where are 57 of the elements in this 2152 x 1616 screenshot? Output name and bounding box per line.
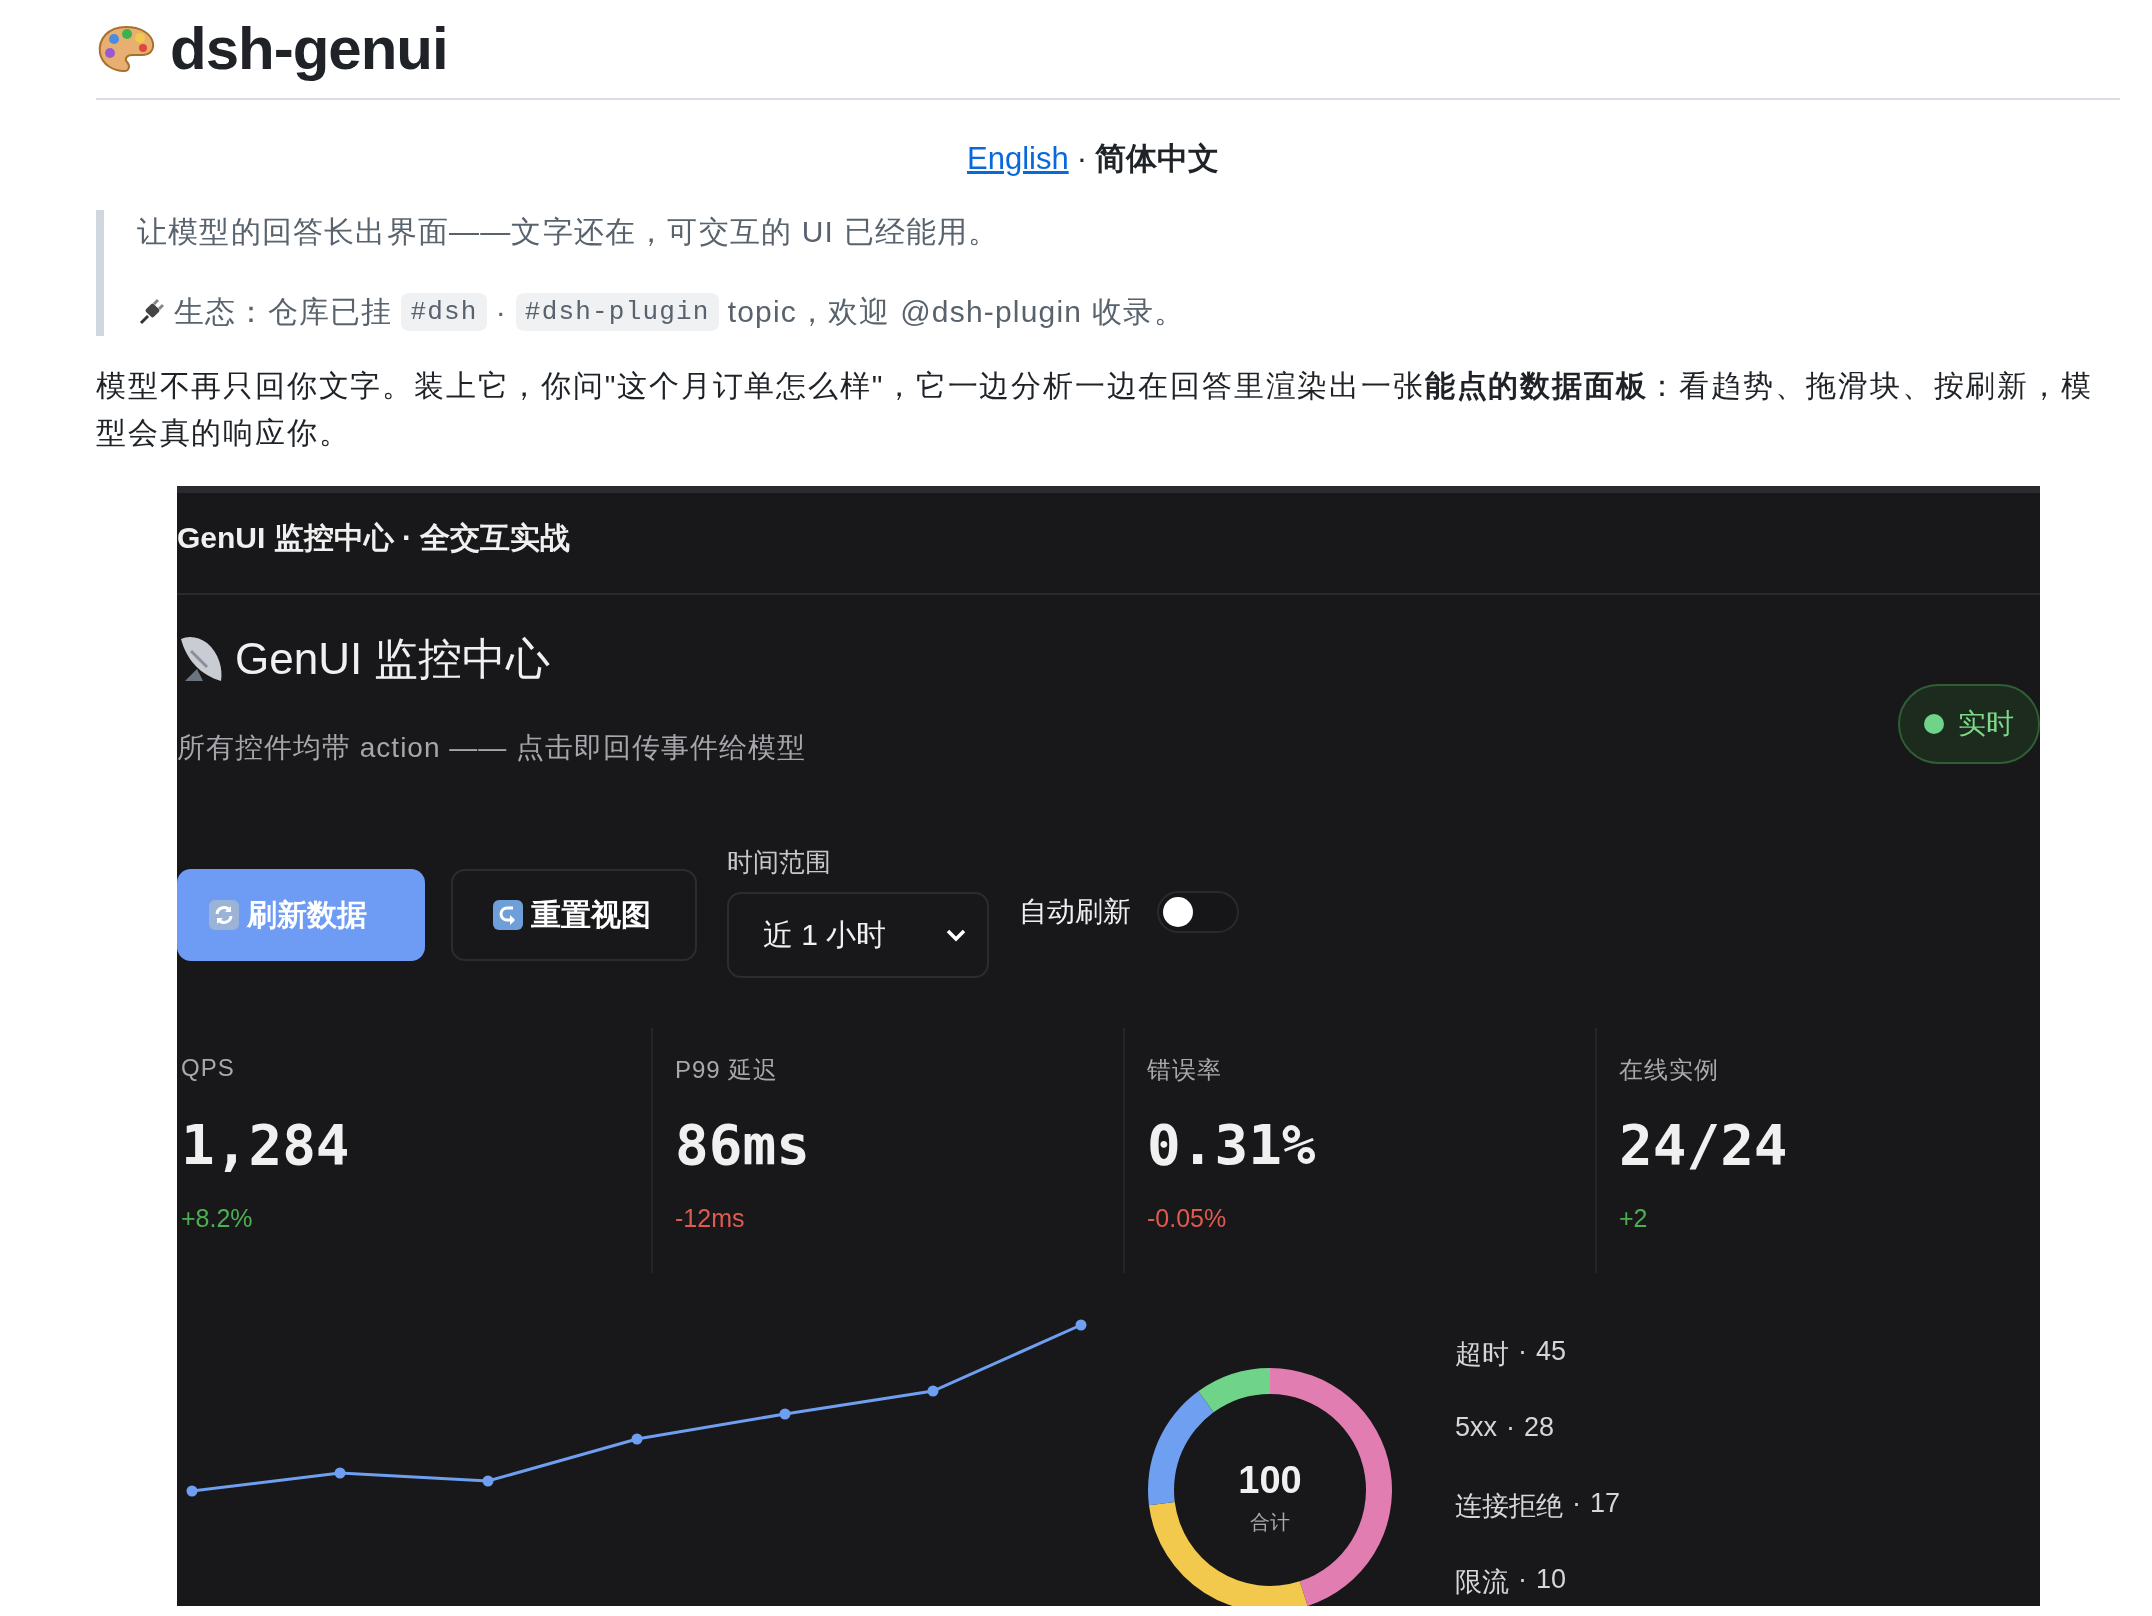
legend-label: 5xx: [1455, 1412, 1498, 1444]
metric-value: 86ms: [675, 1112, 811, 1178]
legend-separator: ·: [1518, 1564, 1527, 1596]
legend-separator: ·: [1506, 1412, 1516, 1444]
metric-delta: -0.05%: [1147, 1204, 1228, 1233]
refresh-icon: [209, 900, 239, 930]
repo-title: dsh-genui: [170, 19, 448, 79]
reset-button[interactable]: 重置视图: [451, 869, 697, 961]
legend-value: 17: [1590, 1488, 1621, 1520]
metric-value: 24/24: [1619, 1112, 1789, 1178]
time-range-select[interactable]: 近 1 小时: [727, 892, 989, 978]
legend-separator: ·: [1572, 1488, 1581, 1520]
data-point: [334, 1467, 346, 1479]
legend-value: 45: [1536, 1336, 1567, 1368]
metric-delta: -12ms: [675, 1204, 746, 1233]
topic-tag: #dsh-plugin: [515, 293, 719, 331]
dashboard-title: GenUI 监控中心: [235, 632, 551, 685]
chevron-down-icon: [945, 928, 967, 942]
legend-label: 限流: [1455, 1566, 1509, 1599]
language-link[interactable]: English: [967, 141, 1069, 177]
palette-icon: [96, 23, 156, 75]
metric-label: 在线实例: [1619, 1055, 1720, 1085]
metric-label: 错误率: [1147, 1055, 1223, 1085]
tagline-text: 让模型的回答长出界面——文字还在，可交互的 UI 已经能用。: [137, 213, 1000, 250]
separator-dot: ·: [1076, 141, 1087, 177]
metric-value: 0.31%: [1147, 1112, 1317, 1178]
dashboard-subtitle: 所有控件均带 action —— 点击即回传事件给模型: [177, 731, 807, 765]
current-language: 简体中文: [1095, 140, 1219, 178]
intro-paragraph: 模型不再只回你文字。装上它，你问"这个月订单怎么样"，它一边分析一边在回答里渲染出一张能点的数据面板：看趋势、拖滑块、按刷新，模型会真的响应你。: [96, 368, 2094, 451]
data-point: [927, 1385, 939, 1397]
donut-total: 100: [1237, 1459, 1303, 1502]
plug-icon: [137, 298, 165, 326]
legend-separator: ·: [1518, 1336, 1527, 1368]
field-label: 时间范围: [727, 846, 832, 879]
window-title: GenUI 监控中心 · 全交互实战: [177, 519, 571, 556]
metric-value: 1,284: [181, 1112, 351, 1178]
ecosystem-text: topic，欢迎 @dsh-plugin 收录。: [727, 293, 1186, 330]
legend-label: 超时: [1455, 1338, 1509, 1371]
metric-delta: +8.2%: [181, 1204, 254, 1233]
data-point: [631, 1433, 643, 1445]
data-point: [482, 1475, 494, 1487]
ecosystem-text: 生态：仓库已挂: [174, 293, 393, 330]
topic-tag: #dsh: [401, 293, 487, 331]
live-badge: 实时: [1898, 684, 2040, 764]
data-point: [779, 1408, 791, 1420]
metric-label: QPS: [181, 1054, 236, 1083]
metric-label: P99 延迟: [675, 1055, 780, 1085]
donut-caption: 合计: [1249, 1510, 1291, 1535]
data-point: [1075, 1319, 1087, 1331]
legend-value: 28: [1524, 1412, 1555, 1444]
toggle-label: 自动刷新: [1019, 895, 1131, 929]
data-point: [186, 1485, 198, 1497]
toggle-switch[interactable]: [1157, 891, 1239, 933]
legend-value: 10: [1536, 1564, 1567, 1596]
metric-delta: +2: [1619, 1204, 1649, 1233]
ecosystem-text: ·: [495, 295, 507, 329]
legend-label: 连接拒绝: [1455, 1490, 1563, 1523]
